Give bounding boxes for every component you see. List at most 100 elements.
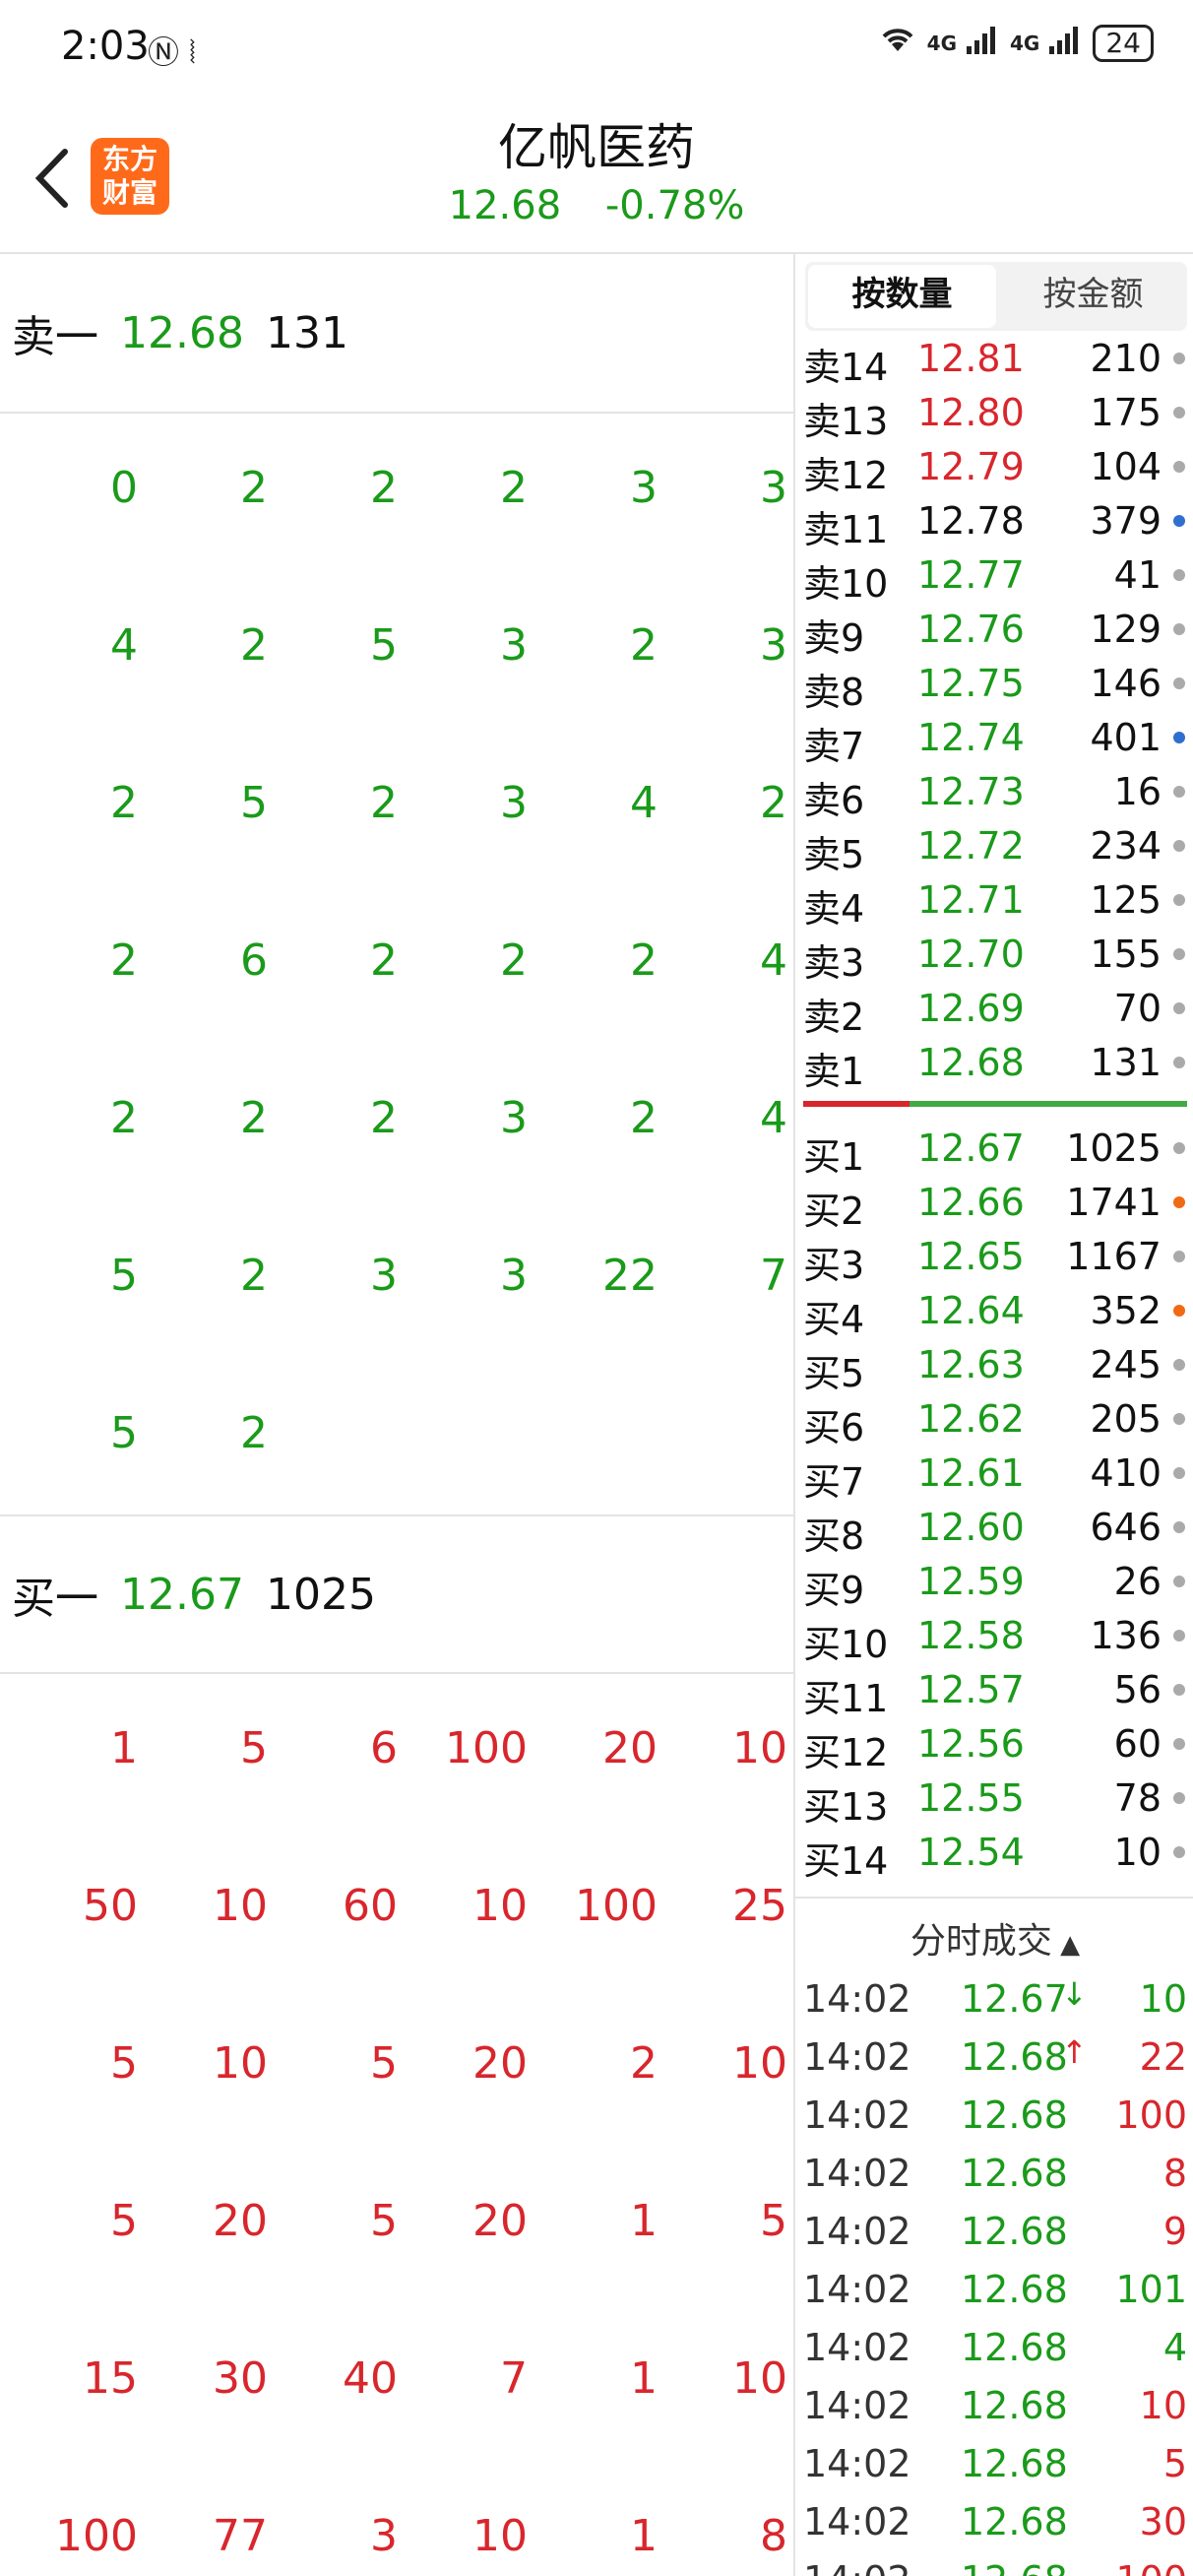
trades-title[interactable]: 分时成交 ▲ <box>795 1899 1193 1969</box>
level-price: 12.58 <box>917 1614 1025 1657</box>
bid-level[interactable]: 买1 12.67 1025 <box>795 1121 1193 1179</box>
queue-cell: 20 <box>472 2196 528 2246</box>
ask-level[interactable]: 卖14 12.81 210 <box>795 331 1193 389</box>
trade-price: 12.68 <box>961 2152 1068 2195</box>
tab-by-amount[interactable]: 按金额 <box>999 262 1187 331</box>
level-price: 12.70 <box>917 933 1025 976</box>
price-line: 12.68 -0.78% <box>0 183 1193 228</box>
level-volume: 10 <box>1113 1831 1162 1874</box>
bid-level[interactable]: 买8 12.60 646 <box>795 1500 1193 1558</box>
bid-level[interactable]: 买12 12.56 60 <box>795 1716 1193 1774</box>
queue-cell: 6 <box>370 1723 398 1773</box>
ask-level[interactable]: 卖12 12.79 104 <box>795 439 1193 497</box>
dot-icon <box>1173 1792 1185 1804</box>
bid-level[interactable]: 买13 12.55 78 <box>795 1771 1193 1829</box>
trade-time: 14:02 <box>803 2035 911 2079</box>
ask-level[interactable]: 卖6 12.73 16 <box>795 764 1193 822</box>
queue-cell: 10 <box>732 1723 787 1773</box>
dot-icon <box>1173 353 1185 364</box>
bid-level[interactable]: 买4 12.64 352 <box>795 1283 1193 1341</box>
dot-icon <box>1173 1738 1185 1750</box>
ask-level[interactable]: 卖5 12.72 234 <box>795 818 1193 876</box>
level-price: 12.68 <box>917 1041 1025 1084</box>
divider-buy-segment <box>910 1101 1187 1107</box>
queue-row: 5 20 5 20 1 5 <box>0 2147 793 2304</box>
queue-cell: 1 <box>630 2196 658 2246</box>
level-volume: 175 <box>1090 391 1162 434</box>
buy-one-header: 买一 12.67 1025 <box>0 1514 793 1674</box>
network-4g-1: 4G <box>926 32 958 55</box>
queue-cell: 10 <box>213 1881 268 1931</box>
trade-time: 14:02 <box>803 2384 911 2427</box>
level-price: 12.71 <box>917 878 1025 922</box>
dot-icon <box>1173 407 1185 419</box>
bid-level[interactable]: 买2 12.66 1741 <box>795 1175 1193 1233</box>
level-price: 12.79 <box>917 445 1025 488</box>
tab-by-quantity[interactable]: 按数量 <box>808 265 996 328</box>
nfc-vibrate-icons: Ⓝ ⦚ <box>148 33 196 71</box>
bid-level[interactable]: 买14 12.54 10 <box>795 1825 1193 1883</box>
ask-level[interactable]: 卖7 12.74 401 <box>795 710 1193 768</box>
queue-row: 15 30 40 7 1 10 <box>0 2304 793 2462</box>
queue-cell: 2 <box>630 620 658 671</box>
ask-level[interactable]: 卖13 12.80 175 <box>795 385 1193 443</box>
queue-row: 2 6 2 2 2 4 <box>0 886 793 1044</box>
level-label: 买7 <box>803 1460 865 1504</box>
queue-cell: 7 <box>760 1251 787 1301</box>
dot-icon <box>1173 677 1185 689</box>
queue-cell: 2 <box>240 463 268 513</box>
dot-icon <box>1173 623 1185 635</box>
queue-cell: 100 <box>55 2511 138 2561</box>
level-volume: 70 <box>1113 987 1162 1030</box>
trade-row: 14:02 12.68 ↑ 22 <box>795 2028 1193 2086</box>
ask-level[interactable]: 卖10 12.77 41 <box>795 547 1193 606</box>
level-label: 卖1 <box>803 1050 865 1093</box>
queue-cell: 5 <box>760 2196 787 2246</box>
bid-level[interactable]: 买10 12.58 136 <box>795 1608 1193 1666</box>
bid-level[interactable]: 买5 12.63 245 <box>795 1337 1193 1395</box>
trade-time: 14:02 <box>803 2152 911 2195</box>
sell-queue-grid: 0 2 2 2 3 3 4 2 5 3 2 3 2 5 2 3 4 2 2 6 2 2 2 4 2 2 2 3 2 4 5 2 3 3 22 7 5 2 <box>0 414 793 1516</box>
queue-cell: 5 <box>110 2196 138 2246</box>
queue-cell: 1 <box>630 2511 658 2561</box>
queue-cell: 2 <box>370 1093 398 1143</box>
dot-icon <box>1173 1846 1185 1858</box>
ask-level[interactable]: 卖4 12.71 125 <box>795 872 1193 931</box>
dot-icon <box>1173 461 1185 473</box>
trade-price: 12.67 <box>961 1977 1068 2021</box>
bid-level[interactable]: 买11 12.57 56 <box>795 1662 1193 1720</box>
trade-row: 14:02 12.67 ↓ 10 <box>795 1969 1193 2028</box>
level-label: 卖10 <box>803 562 889 606</box>
level-volume: 60 <box>1113 1722 1162 1766</box>
trade-price: 12.68 <box>961 2326 1068 2369</box>
dot-icon <box>1173 1196 1185 1208</box>
ask-level[interactable]: 卖1 12.68 131 <box>795 1035 1193 1093</box>
ask-level[interactable]: 卖3 12.70 155 <box>795 927 1193 985</box>
queue-cell: 6 <box>240 935 268 986</box>
queue-cell: 10 <box>472 1881 528 1931</box>
trade-volume: 30 <box>1139 2500 1187 2544</box>
bid-level[interactable]: 买3 12.65 1167 <box>795 1229 1193 1287</box>
level-volume: 26 <box>1113 1560 1162 1603</box>
dot-icon <box>1173 515 1185 527</box>
level-label: 买4 <box>803 1298 865 1341</box>
ask-level[interactable]: 卖11 12.78 379 <box>795 493 1193 551</box>
queue-cell: 2 <box>630 2038 658 2089</box>
dot-icon <box>1173 1251 1185 1262</box>
bid-level[interactable]: 买9 12.59 26 <box>795 1554 1193 1612</box>
level-price: 12.59 <box>917 1560 1025 1603</box>
order-book-list[interactable]: 卖14 12.81 210 卖13 12.80 175 卖12 12.79 104 卖11 12.7… <box>795 331 1193 2576</box>
bid-level[interactable]: 买7 12.61 410 <box>795 1446 1193 1504</box>
ask-level[interactable]: 卖9 12.76 129 <box>795 602 1193 660</box>
ask-level[interactable]: 卖8 12.75 146 <box>795 656 1193 714</box>
network-4g-2: 4G <box>1010 32 1040 55</box>
ask-level[interactable]: 卖2 12.69 70 <box>795 981 1193 1039</box>
bid-level[interactable]: 买6 12.62 205 <box>795 1391 1193 1449</box>
queue-cell: 10 <box>732 2353 787 2404</box>
trade-price: 12.68 <box>961 2093 1068 2137</box>
dot-icon <box>1173 1684 1185 1696</box>
dot-icon <box>1173 840 1185 852</box>
queue-cell: 4 <box>760 935 787 986</box>
level-volume: 1025 <box>1066 1127 1162 1170</box>
trade-row: 14:02 12.68 100 <box>795 2086 1193 2144</box>
